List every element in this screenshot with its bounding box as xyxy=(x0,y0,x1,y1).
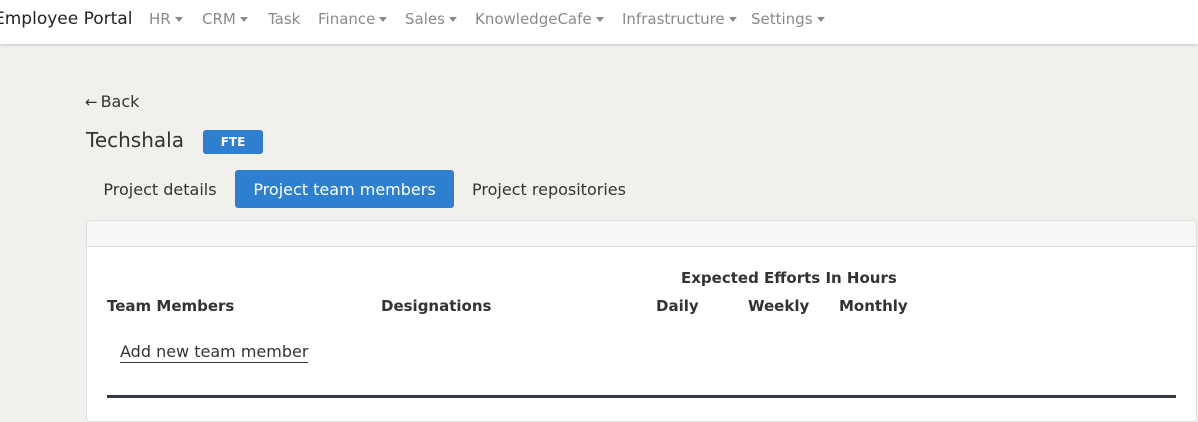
col-daily: Daily xyxy=(656,297,699,315)
tab-project-details[interactable]: Project details xyxy=(86,170,234,208)
nav-knowledgecafe[interactable]: KnowledgeCafe xyxy=(475,10,604,28)
nav-finance-label: Finance xyxy=(318,10,376,28)
tab-label: Project details xyxy=(103,179,217,199)
nav-finance[interactable]: Finance xyxy=(318,10,388,28)
caret-down-icon xyxy=(174,17,183,22)
caret-down-icon xyxy=(728,17,737,22)
tab-label: Project team members xyxy=(253,179,436,199)
nav-infrastructure[interactable]: Infrastructure xyxy=(622,10,737,28)
nav-hr[interactable]: HR xyxy=(149,10,183,28)
caret-down-icon xyxy=(239,17,248,22)
table-divider xyxy=(107,395,1176,398)
col-designations: Designations xyxy=(381,297,492,315)
arrow-left-icon: ← xyxy=(85,92,98,111)
card-header xyxy=(87,221,1196,247)
caret-down-icon xyxy=(816,17,825,22)
nav-settings-label: Settings xyxy=(751,10,813,28)
caret-down-icon xyxy=(448,17,457,22)
nav-task[interactable]: Task xyxy=(268,10,300,28)
col-monthly: Monthly xyxy=(839,297,908,315)
nav-crm[interactable]: CRM xyxy=(202,10,248,28)
nav-knowledgecafe-label: KnowledgeCafe xyxy=(475,10,592,28)
nav-infrastructure-label: Infrastructure xyxy=(622,10,725,28)
tab-project-team-members[interactable]: Project team members xyxy=(235,170,454,208)
back-link[interactable]: ← Back xyxy=(85,92,139,111)
expected-efforts-header: Expected Efforts In Hours xyxy=(681,269,897,287)
brand-link[interactable]: Employee Portal xyxy=(0,9,132,29)
top-navbar: Employee Portal HR CRM Task Finance Sale… xyxy=(0,0,1198,44)
project-type-badge: FTE xyxy=(203,130,263,154)
nav-settings[interactable]: Settings xyxy=(751,10,825,28)
project-title: Techshala xyxy=(86,128,184,152)
nav-hr-label: HR xyxy=(149,10,171,28)
add-team-member-link[interactable]: Add new team member xyxy=(120,342,309,363)
nav-crm-label: CRM xyxy=(202,10,236,28)
nav-sales[interactable]: Sales xyxy=(405,10,457,28)
tab-project-repositories[interactable]: Project repositories xyxy=(455,170,643,208)
nav-sales-label: Sales xyxy=(405,10,445,28)
col-team-members: Team Members xyxy=(107,297,235,315)
caret-down-icon xyxy=(379,17,388,22)
nav-task-label: Task xyxy=(268,10,301,28)
team-members-card: Expected Efforts In Hours Team Members D… xyxy=(86,220,1197,422)
col-weekly: Weekly xyxy=(748,297,810,315)
back-label: Back xyxy=(100,92,140,111)
tab-label: Project repositories xyxy=(472,179,626,199)
caret-down-icon xyxy=(595,17,604,22)
